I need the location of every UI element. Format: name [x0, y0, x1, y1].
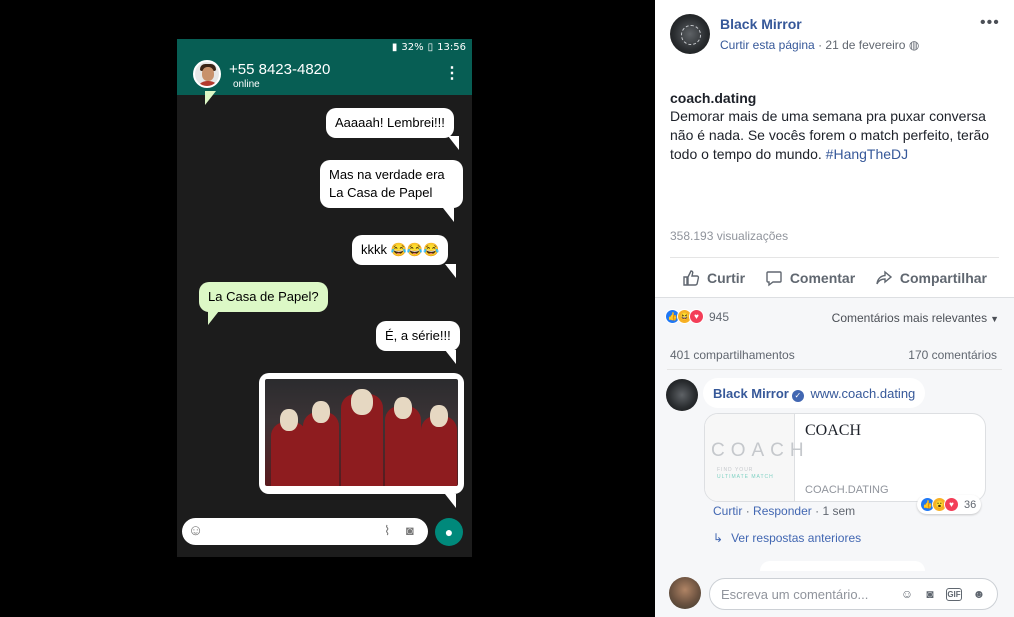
contact-name: +55 8423-4820 — [229, 61, 331, 78]
comment-icon — [766, 270, 782, 286]
divider — [667, 369, 1002, 370]
comment-count[interactable]: 170 comentários — [908, 348, 997, 362]
comment-placeholder: Escreva um comentário... — [721, 587, 869, 602]
menu-dots-icon: ⋮ — [444, 65, 460, 82]
comment-sort-dropdown[interactable]: Comentários mais relevantes ▼ — [832, 311, 999, 325]
link-domain: COACH.DATING — [805, 484, 889, 496]
comment-link[interactable]: www.coach.dating — [811, 386, 916, 401]
post-actions: Curtir Comentar Compartilhar — [670, 257, 999, 297]
view-previous-replies[interactable]: ↳ Ver respostas anteriores — [713, 531, 861, 545]
battery-icon: ▯ — [427, 42, 434, 53]
share-button[interactable]: Compartilhar — [875, 269, 987, 287]
like-label: Curtir — [707, 269, 746, 286]
share-label: Compartilhar — [899, 269, 987, 286]
whatsapp-screenshot: ▮ 32% ▯ 13:56 +55 8423-4820 online ⋮ Aaa… — [177, 39, 472, 557]
more-options-icon[interactable]: ••• — [980, 14, 1000, 32]
battery-level: 32% — [401, 42, 424, 53]
comment-button[interactable]: Comentar — [765, 269, 855, 287]
mic-icon: ● — [435, 518, 463, 546]
chat-bubble-outgoing: Aaaaah! Lembrei!!! — [326, 108, 454, 138]
love-reaction-icon: ♥ — [689, 309, 704, 324]
reactions-summary[interactable]: 👍 😆 ♥ 945 — [665, 309, 729, 324]
thumbnail-brand: COACH — [711, 440, 810, 461]
message-input: ☺ ⌇ ◙ — [182, 518, 428, 545]
comment-time[interactable]: 1 sem — [822, 504, 855, 518]
bubble-tail — [445, 264, 456, 278]
sticker-icon[interactable]: ☻ — [971, 586, 987, 602]
bubble-tail — [205, 91, 216, 105]
chat-bubble-outgoing: É, a série!!! — [376, 321, 460, 351]
gif-icon[interactable]: GIF — [946, 588, 962, 601]
like-icon — [683, 269, 700, 286]
bubble-tail — [443, 208, 454, 222]
comment-reply-link[interactable]: Responder — [753, 504, 812, 518]
bubble-tail — [208, 311, 219, 325]
link-thumbnail: COACH FIND YOUR ULTIMATE MATCH — [705, 414, 804, 501]
post-title: coach.dating — [670, 90, 757, 106]
share-icon — [876, 270, 892, 284]
comment-actions: Curtir · Responder · 1 sem — [713, 504, 856, 518]
hashtag-link[interactable]: #HangTheDJ — [826, 146, 909, 162]
bubble-tail — [445, 350, 456, 364]
link-title: COACH — [805, 422, 862, 439]
bubble-tail — [448, 136, 459, 150]
chat-header: +55 8423-4820 online ⋮ — [177, 56, 472, 95]
like-button[interactable]: Curtir — [682, 269, 745, 287]
post-meta: Curtir esta página · 21 de fevereiro ◍ — [720, 38, 920, 52]
next-comment-edge — [760, 561, 925, 571]
phone-status-bar: ▮ 32% ▯ 13:56 — [177, 39, 472, 56]
emoji-icon: ☺ — [188, 522, 204, 539]
page-avatar[interactable] — [670, 14, 710, 54]
comment-reaction-count: 36 — [964, 498, 977, 511]
money-heist-image — [265, 379, 458, 486]
post-date[interactable]: 21 de fevereiro — [825, 38, 905, 52]
comment-reactions[interactable]: 👍 😮 ♥ 36 — [917, 495, 982, 514]
bubble-tail — [445, 494, 456, 508]
sort-label: Comentários mais relevantes — [831, 311, 988, 325]
view-replies-label: Ver respostas anteriores — [731, 531, 862, 545]
reaction-count: 945 — [709, 309, 730, 324]
reply-arrow-icon: ↳ — [713, 531, 724, 545]
chat-bubble-incoming: La Casa de Papel? — [199, 282, 328, 312]
contact-status: online — [233, 79, 260, 90]
clock: 13:56 — [437, 42, 466, 53]
caret-down-icon: ▼ — [990, 314, 999, 324]
paperclip-icon: ⌇ — [384, 523, 391, 538]
verified-icon: ✓ — [791, 390, 804, 402]
commenter-avatar[interactable] — [666, 379, 698, 411]
chat-image-bubble — [259, 373, 464, 494]
like-page-link[interactable]: Curtir esta página — [720, 38, 815, 52]
emoji-icon[interactable]: ☺ — [899, 586, 915, 602]
view-count: 358.193 visualizações — [670, 229, 789, 243]
chat-bubble-outgoing: kkkk 😂😂😂 — [352, 235, 449, 265]
link-preview-card[interactable]: COACH FIND YOUR ULTIMATE MATCH COACH COAC… — [704, 413, 986, 502]
user-avatar — [669, 577, 701, 609]
globe-icon: ◍ — [908, 38, 920, 52]
chat-bubble-outgoing: Mas na verdade era La Casa de Papel — [320, 160, 463, 208]
thumbnail-tagline: FIND YOUR ULTIMATE MATCH — [717, 467, 774, 480]
comment-label: Comentar — [789, 269, 856, 286]
feedback-section: 👍 😆 ♥ 945 Comentários mais relevantes ▼ 4… — [655, 297, 1014, 617]
love-reaction-icon: ♥ — [944, 497, 959, 512]
page-name-link[interactable]: Black Mirror — [720, 16, 802, 32]
comment-like-link[interactable]: Curtir — [713, 504, 742, 518]
comment-bubble: Black Mirror ✓ www.coach.dating — [703, 378, 926, 408]
camera-icon: ◙ — [406, 523, 414, 538]
camera-icon[interactable]: ◙ — [922, 586, 938, 602]
comment-input[interactable]: Escreva um comentário... ☺ ◙ GIF ☻ — [709, 578, 998, 610]
signal-icon: ▮ — [391, 42, 398, 53]
post-text: Demorar mais de uma semana pra puxar con… — [670, 107, 1005, 164]
share-count[interactable]: 401 compartilhamentos — [670, 348, 795, 362]
contact-avatar — [193, 60, 221, 88]
comment-author[interactable]: Black Mirror — [713, 386, 789, 401]
post-panel: Black Mirror Curtir esta página · 21 de … — [655, 0, 1014, 617]
media-viewer: ▮ 32% ▯ 13:56 +55 8423-4820 online ⋮ Aaa… — [0, 0, 655, 617]
